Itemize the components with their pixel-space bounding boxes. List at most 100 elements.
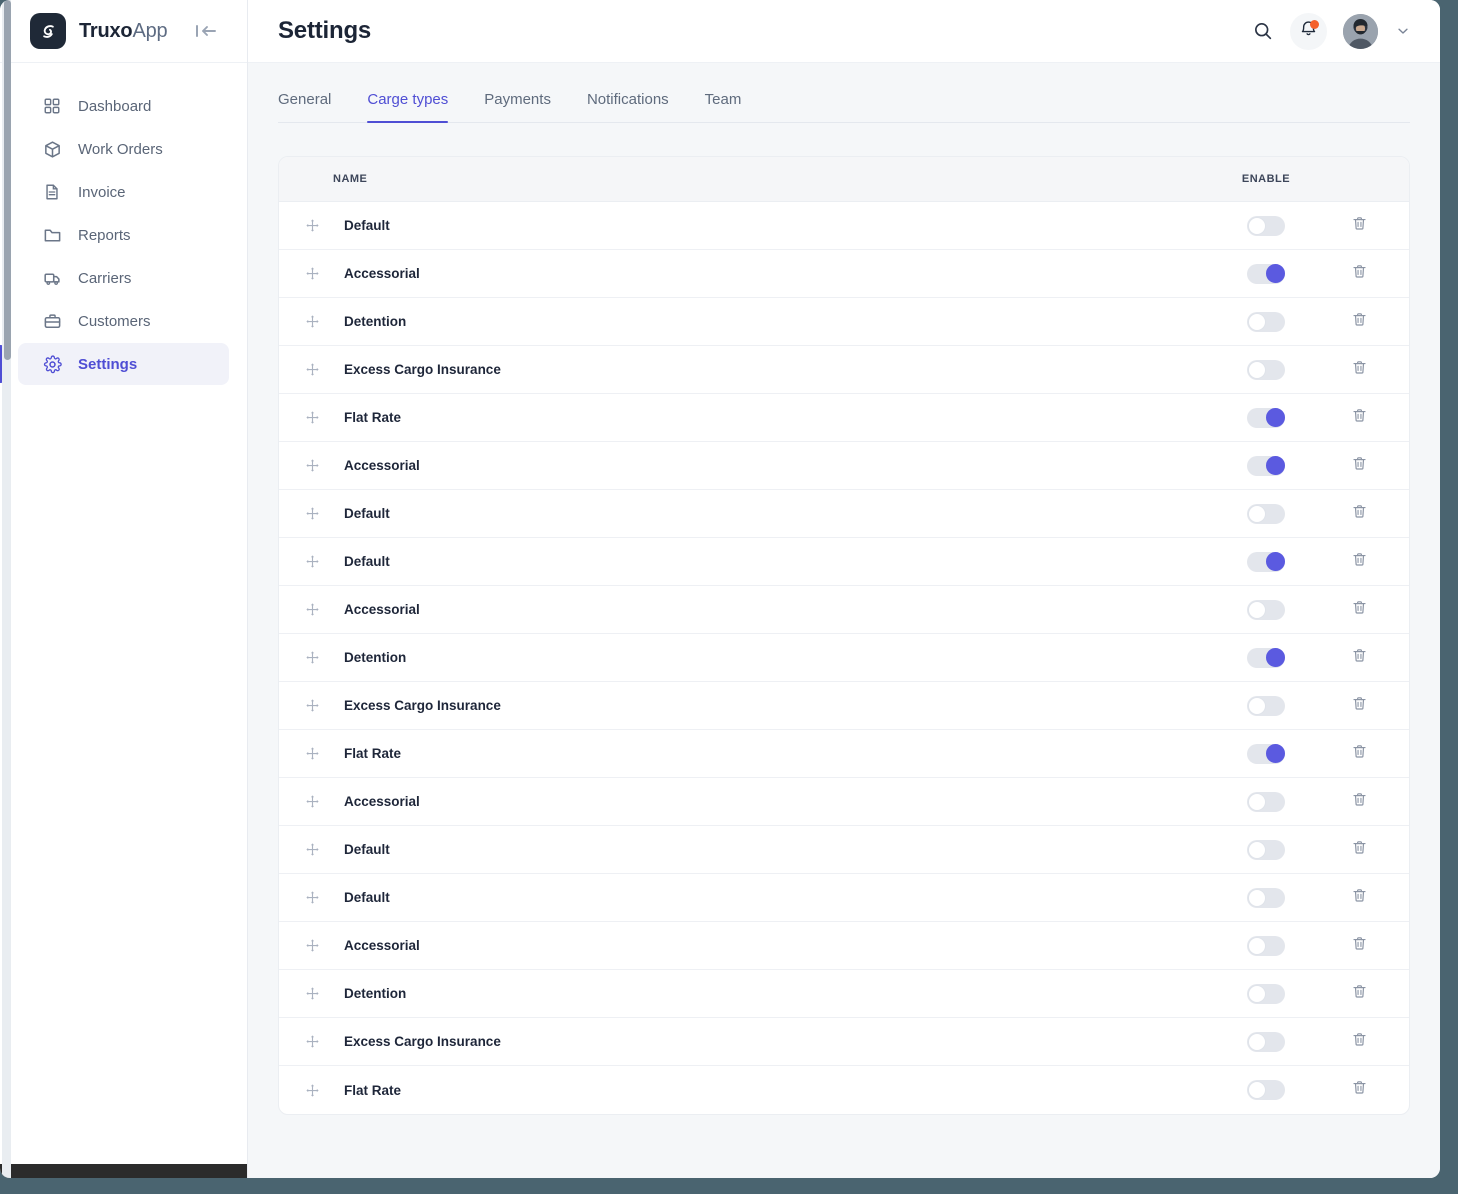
- cargo-type-name: Accessorial: [344, 458, 420, 473]
- cargo-type-name: Default: [344, 842, 390, 857]
- table-row: Default: [279, 490, 1409, 538]
- page-scrollbar[interactable]: [2, 0, 11, 1178]
- drag-move-icon[interactable]: [301, 650, 323, 665]
- folder-icon: [42, 225, 62, 245]
- sidebar-item-label: Invoice: [78, 183, 126, 201]
- drag-move-icon[interactable]: [301, 1034, 323, 1049]
- briefcase-icon: [42, 311, 62, 331]
- tab-payments[interactable]: Payments: [484, 91, 551, 122]
- toggle-knob: [1248, 840, 1266, 859]
- drag-move-icon[interactable]: [301, 266, 323, 281]
- delete-row-button[interactable]: [1331, 887, 1387, 909]
- tab-team[interactable]: Team: [705, 91, 742, 122]
- delete-row-button[interactable]: [1331, 215, 1387, 237]
- delete-row-button[interactable]: [1331, 743, 1387, 765]
- delete-row-button[interactable]: [1331, 455, 1387, 477]
- enable-toggle[interactable]: [1247, 311, 1285, 332]
- enable-toggle[interactable]: [1247, 599, 1285, 620]
- delete-row-button[interactable]: [1331, 359, 1387, 381]
- toggle-knob: [1248, 360, 1266, 379]
- delete-row-button[interactable]: [1331, 311, 1387, 333]
- delete-row-button[interactable]: [1331, 935, 1387, 957]
- chevron-down-icon[interactable]: [1396, 24, 1410, 38]
- enable-toggle[interactable]: [1247, 551, 1285, 572]
- sidebar-item-label: Dashboard: [78, 97, 152, 115]
- table-row: Detention: [279, 298, 1409, 346]
- search-icon[interactable]: [1252, 20, 1274, 42]
- drag-move-icon[interactable]: [301, 842, 323, 857]
- delete-row-button[interactable]: [1331, 263, 1387, 285]
- drag-move-icon[interactable]: [301, 986, 323, 1001]
- delete-row-button[interactable]: [1331, 983, 1387, 1005]
- brand-name-light: App: [132, 19, 168, 42]
- trash-icon: [1351, 407, 1368, 429]
- sidebar-item-dashboard[interactable]: Dashboard: [18, 85, 229, 127]
- toggle-knob: [1248, 504, 1266, 523]
- sidebar-item-reports[interactable]: Reports: [18, 214, 229, 256]
- drag-move-icon[interactable]: [301, 890, 323, 905]
- tab-carge-types[interactable]: Carge types: [367, 91, 448, 123]
- toggle-knob: [1248, 1081, 1266, 1099]
- enable-toggle[interactable]: [1247, 359, 1285, 380]
- sidebar-item-settings[interactable]: Settings: [0, 343, 229, 385]
- enable-toggle[interactable]: [1247, 983, 1285, 1004]
- enable-toggle[interactable]: [1247, 215, 1285, 236]
- drag-move-icon[interactable]: [301, 218, 323, 233]
- table-row: Accessorial: [279, 586, 1409, 634]
- tab-general[interactable]: General: [278, 91, 331, 122]
- delete-row-button[interactable]: [1331, 503, 1387, 525]
- enable-toggle[interactable]: [1247, 935, 1285, 956]
- delete-row-button[interactable]: [1331, 599, 1387, 621]
- delete-row-button[interactable]: [1331, 551, 1387, 573]
- enable-toggle[interactable]: [1247, 1031, 1285, 1052]
- enable-toggle[interactable]: [1247, 503, 1285, 524]
- enable-toggle[interactable]: [1247, 887, 1285, 908]
- delete-row-button[interactable]: [1331, 839, 1387, 861]
- drag-move-icon[interactable]: [301, 314, 323, 329]
- drag-move-icon[interactable]: [301, 794, 323, 809]
- sidebar-item-customers[interactable]: Customers: [18, 300, 229, 342]
- delete-row-button[interactable]: [1331, 1079, 1387, 1101]
- drag-move-icon[interactable]: [301, 506, 323, 521]
- drag-move-icon[interactable]: [301, 698, 323, 713]
- delete-row-button[interactable]: [1331, 1031, 1387, 1053]
- enable-toggle[interactable]: [1247, 407, 1285, 428]
- truxo-logo-icon: [30, 13, 66, 49]
- table-row: Accessorial: [279, 250, 1409, 298]
- tab-notifications[interactable]: Notifications: [587, 91, 669, 122]
- enable-toggle[interactable]: [1247, 647, 1285, 668]
- delete-row-button[interactable]: [1331, 407, 1387, 429]
- delete-row-button[interactable]: [1331, 647, 1387, 669]
- drag-move-icon[interactable]: [301, 362, 323, 377]
- sidebar-item-carriers[interactable]: Carriers: [18, 257, 229, 299]
- cargo-type-name: Detention: [344, 314, 407, 329]
- drag-move-icon[interactable]: [301, 554, 323, 569]
- drag-move-icon[interactable]: [301, 746, 323, 761]
- toggle-knob: [1266, 408, 1285, 427]
- notifications-button[interactable]: [1290, 12, 1327, 50]
- enable-toggle[interactable]: [1247, 695, 1285, 716]
- cargo-type-name: Excess Cargo Insurance: [344, 362, 501, 377]
- trash-icon: [1351, 551, 1368, 573]
- enable-toggle-cell: [1201, 455, 1331, 476]
- enable-toggle[interactable]: [1247, 1080, 1285, 1100]
- sidebar-item-invoice[interactable]: Invoice: [18, 171, 229, 213]
- drag-move-icon[interactable]: [301, 410, 323, 425]
- enable-toggle[interactable]: [1247, 743, 1285, 764]
- drag-move-icon[interactable]: [301, 1083, 323, 1098]
- page-scrollbar-thumb[interactable]: [4, 0, 11, 360]
- enable-toggle[interactable]: [1247, 791, 1285, 812]
- enable-toggle[interactable]: [1247, 263, 1285, 284]
- drag-move-icon[interactable]: [301, 602, 323, 617]
- sidebar-item-work-orders[interactable]: Work Orders: [18, 128, 229, 170]
- delete-row-button[interactable]: [1331, 791, 1387, 813]
- enable-toggle-cell: [1201, 263, 1331, 284]
- avatar[interactable]: [1343, 13, 1378, 49]
- enable-toggle[interactable]: [1247, 455, 1285, 476]
- enable-toggle[interactable]: [1247, 839, 1285, 860]
- notification-badge-dot: [1310, 19, 1319, 29]
- drag-move-icon[interactable]: [301, 938, 323, 953]
- delete-row-button[interactable]: [1331, 695, 1387, 717]
- drag-move-icon[interactable]: [301, 458, 323, 473]
- collapse-sidebar-icon[interactable]: [191, 19, 221, 43]
